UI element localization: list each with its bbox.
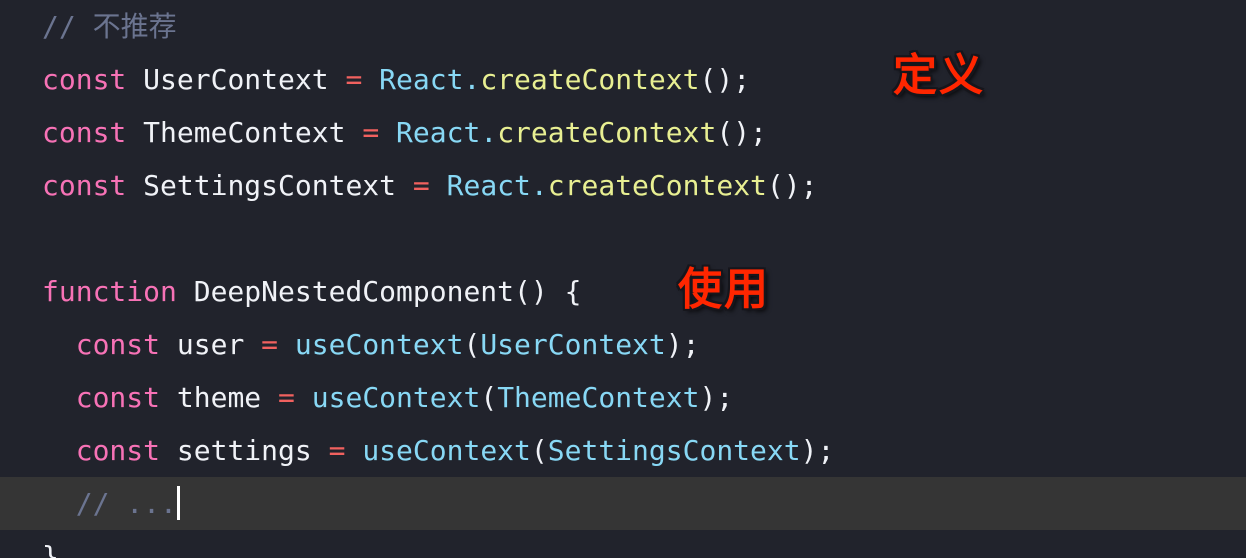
text-cursor (176, 486, 180, 520)
code-token: ); (800, 434, 835, 467)
code-token: SettingsContext (143, 169, 397, 202)
code-token: ( (530, 434, 548, 467)
code-token: // ... (75, 487, 177, 520)
code-token: theme (176, 381, 262, 414)
code-line[interactable]: const theme = useContext(ThemeContext); (0, 371, 1246, 424)
code-line-active[interactable]: // ... (0, 477, 1246, 530)
code-token: React (446, 169, 531, 202)
code-token: const (75, 434, 161, 467)
code-token: () { (514, 275, 582, 308)
code-line[interactable]: const SettingsContext = React.createCont… (0, 159, 1246, 212)
code-token: React (379, 63, 464, 96)
code-token: const (42, 169, 127, 202)
code-token: settings (176, 434, 312, 467)
code-token: React (396, 116, 481, 149)
code-line[interactable]: function DeepNestedComponent() { (0, 265, 1246, 318)
code-token: DeepNestedComponent (193, 275, 515, 308)
code-token: const (42, 63, 127, 96)
code-line[interactable]: const settings = useContext(SettingsCont… (0, 424, 1246, 477)
code-token: ); (699, 381, 734, 414)
code-token: UserContext (480, 328, 666, 361)
code-token: (); (716, 116, 767, 149)
code-token: = (362, 116, 380, 149)
code-token: } (42, 540, 59, 558)
code-token: . (480, 116, 498, 149)
code-editor[interactable]: // 不推荐 const UserContext = React.createCo… (0, 0, 1246, 558)
code-token: const (75, 381, 161, 414)
annotation-define: 定义 (893, 50, 985, 101)
code-line[interactable]: const user = useContext(UserContext); (0, 318, 1246, 371)
code-token: // 不推荐 (42, 10, 177, 43)
code-token: . (530, 169, 548, 202)
code-token: SettingsContext (547, 434, 801, 467)
code-token: (); (766, 169, 818, 202)
code-token: ); (665, 328, 700, 361)
code-token: . (463, 63, 481, 96)
code-token: createContext (497, 116, 717, 149)
code-token: UserContext (143, 63, 329, 96)
code-token: = (412, 169, 430, 202)
code-line[interactable]: const ThemeContext = React.createContext… (0, 106, 1246, 159)
code-token: function (42, 275, 177, 308)
code-token: useContext (311, 381, 481, 414)
code-token: createContext (547, 169, 767, 202)
code-token: ( (463, 328, 481, 361)
code-token: useContext (362, 434, 531, 467)
code-token: = (345, 63, 363, 96)
code-token: ThemeContext (143, 116, 346, 149)
code-token: createContext (480, 63, 700, 96)
annotation-use: 使用 (678, 264, 770, 315)
code-token: = (261, 328, 279, 361)
code-line[interactable]: } (0, 530, 1246, 558)
code-line[interactable] (0, 212, 1246, 265)
code-token: ( (480, 381, 498, 414)
code-token: const (75, 328, 161, 361)
code-token: user (176, 328, 245, 361)
code-line[interactable]: const UserContext = React.createContext(… (0, 53, 1246, 106)
code-token: = (328, 434, 346, 467)
code-lines-container[interactable]: // 不推荐 const UserContext = React.createCo… (0, 0, 1246, 558)
code-token: const (42, 116, 127, 149)
code-token: = (278, 381, 295, 414)
code-line[interactable]: // 不推荐 (0, 0, 1246, 53)
code-token: ThemeContext (497, 381, 700, 414)
code-token: (); (699, 63, 751, 96)
code-token: useContext (294, 328, 464, 361)
